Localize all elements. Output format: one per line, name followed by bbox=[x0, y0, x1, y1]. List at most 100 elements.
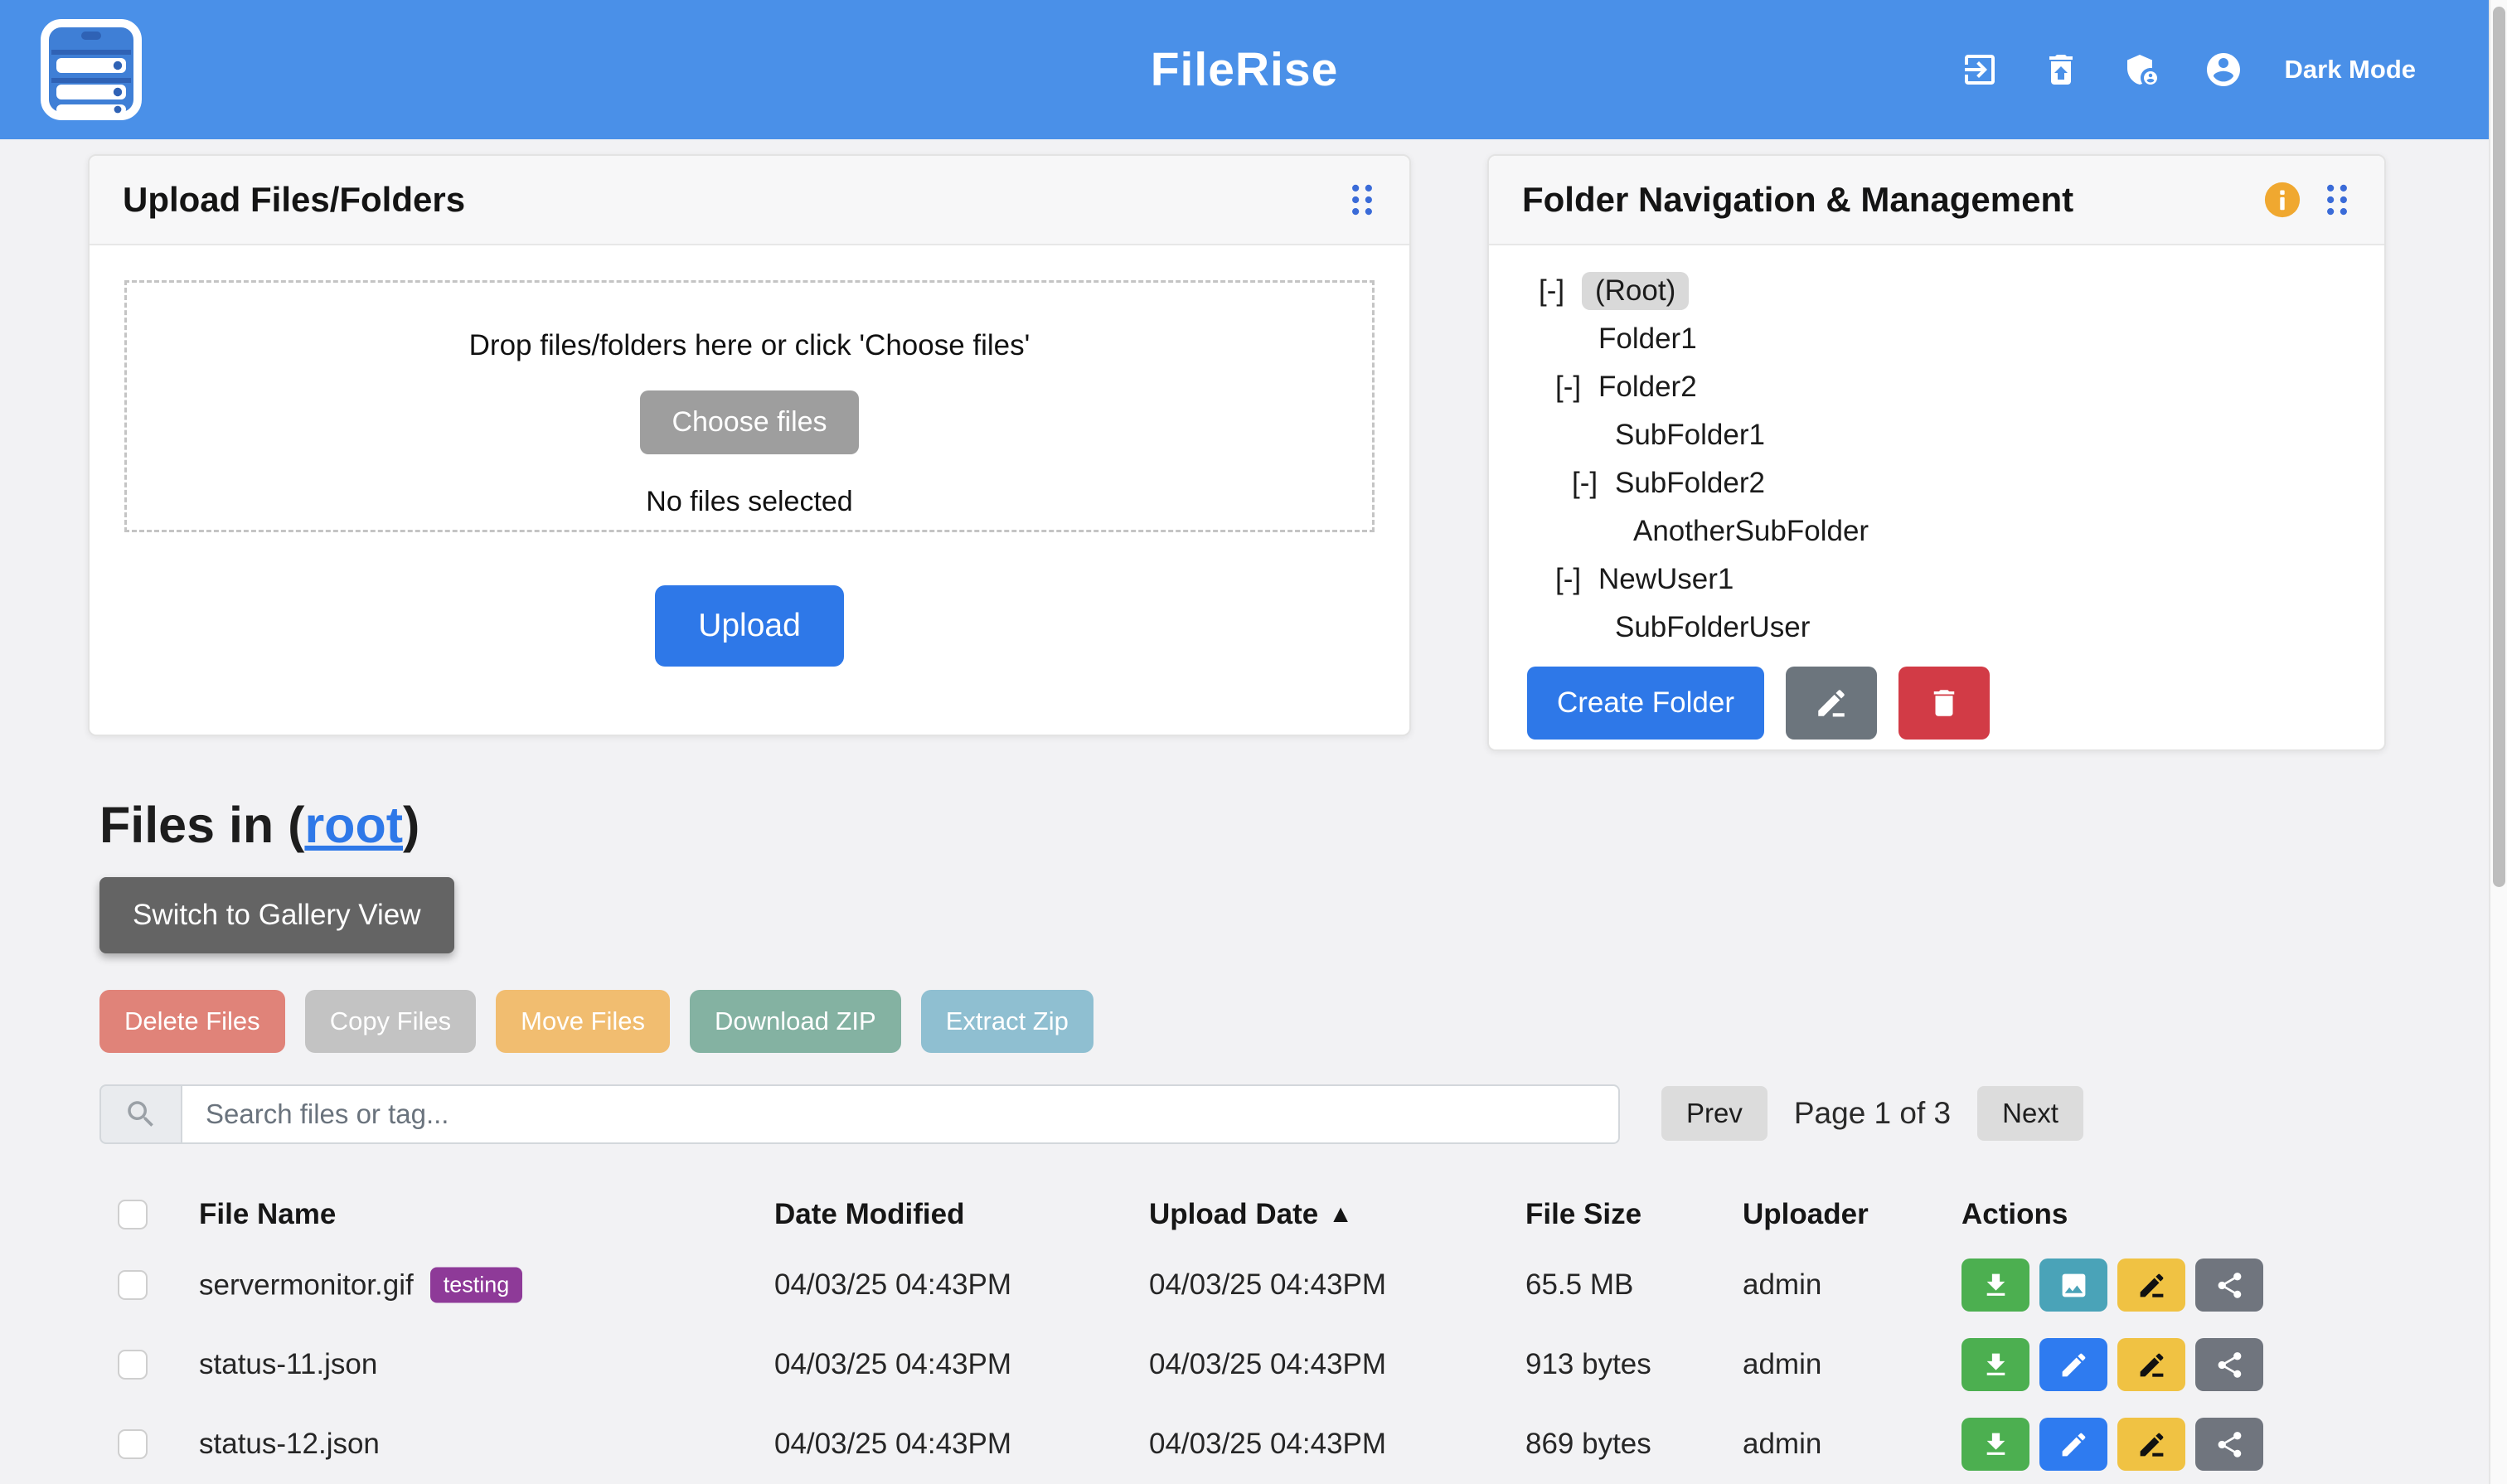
tree-item-newuser1[interactable]: [-]NewUser1 bbox=[1527, 555, 2384, 604]
select-all-checkbox[interactable] bbox=[118, 1200, 148, 1229]
rename-file-button[interactable] bbox=[2117, 1418, 2185, 1471]
column-date-modified[interactable]: Date Modified bbox=[774, 1198, 964, 1231]
upload-button[interactable]: Upload bbox=[655, 585, 844, 667]
file-name[interactable]: status-12.json bbox=[199, 1428, 380, 1461]
uploader: admin bbox=[1743, 1268, 1821, 1302]
page-indicator: Page 1 of 3 bbox=[1794, 1096, 1951, 1131]
admin-shield-icon[interactable] bbox=[2122, 50, 2162, 90]
download-button[interactable] bbox=[1961, 1338, 2029, 1391]
search-icon bbox=[99, 1084, 181, 1144]
tree-item-folder2[interactable]: [-]Folder2 bbox=[1527, 363, 2384, 411]
rename-folder-button[interactable] bbox=[1786, 667, 1877, 740]
tree-label[interactable]: SubFolder2 bbox=[1615, 467, 1765, 500]
column-file-size[interactable]: File Size bbox=[1525, 1198, 1641, 1231]
share-icon bbox=[2214, 1270, 2245, 1301]
choose-files-button[interactable]: Choose files bbox=[640, 390, 858, 454]
rename-file-button[interactable] bbox=[2117, 1338, 2185, 1391]
logout-icon[interactable] bbox=[1960, 50, 2000, 90]
date-modified: 04/03/25 04:43PM bbox=[774, 1348, 1011, 1381]
upload-card-header: Upload Files/Folders bbox=[90, 156, 1409, 245]
next-page-button[interactable]: Next bbox=[1977, 1086, 2083, 1141]
rename-icon bbox=[2136, 1270, 2167, 1301]
tree-item-subfolder1[interactable]: SubFolder1 bbox=[1527, 411, 2384, 459]
tree-label[interactable]: AnotherSubFolder bbox=[1633, 515, 1869, 548]
tree-toggle[interactable]: [-] bbox=[1572, 467, 1615, 500]
restore-trash-icon[interactable] bbox=[2041, 50, 2081, 90]
tree-label-selected[interactable]: (Root) bbox=[1582, 272, 1689, 310]
extract-zip-button[interactable]: Extract Zip bbox=[921, 990, 1093, 1053]
upload-dropzone[interactable]: Drop files/folders here or click 'Choose… bbox=[124, 280, 1375, 532]
table-header-row: File Name Date Modified Upload Date▲ Fil… bbox=[0, 1184, 2489, 1245]
row-checkbox[interactable] bbox=[118, 1350, 148, 1380]
column-uploader[interactable]: Uploader bbox=[1743, 1198, 1869, 1231]
bulk-actions-row: Delete Files Copy Files Move Files Downl… bbox=[99, 990, 1093, 1053]
share-file-button[interactable] bbox=[2195, 1258, 2263, 1312]
upload-date: 04/03/25 04:43PM bbox=[1149, 1268, 1386, 1302]
root-folder-link[interactable]: root bbox=[304, 797, 403, 853]
scrollbar-thumb[interactable] bbox=[2493, 7, 2505, 887]
upload-card: Upload Files/Folders Drop files/folders … bbox=[88, 154, 1411, 736]
trash-icon bbox=[1927, 686, 1961, 720]
tree-toggle[interactable]: [-] bbox=[1555, 371, 1598, 404]
sort-ascending-icon: ▲ bbox=[1328, 1200, 1353, 1229]
account-circle-icon[interactable] bbox=[2204, 50, 2243, 90]
scrollbar-track[interactable] bbox=[2489, 0, 2507, 1484]
download-button[interactable] bbox=[1961, 1418, 2029, 1471]
download-button[interactable] bbox=[1961, 1258, 2029, 1312]
tree-label[interactable]: SubFolder1 bbox=[1615, 419, 1765, 452]
column-upload-date[interactable]: Upload Date▲ bbox=[1149, 1198, 1353, 1231]
row-checkbox[interactable] bbox=[118, 1429, 148, 1459]
rename-file-button[interactable] bbox=[2117, 1258, 2185, 1312]
tree-label[interactable]: Folder1 bbox=[1598, 323, 1697, 356]
file-size: 65.5 MB bbox=[1525, 1268, 1633, 1302]
share-file-button[interactable] bbox=[2195, 1338, 2263, 1391]
tree-label[interactable]: SubFolderUser bbox=[1615, 611, 1810, 644]
delete-files-button[interactable]: Delete Files bbox=[99, 990, 285, 1053]
folder-card-header: Folder Navigation & Management bbox=[1489, 156, 2384, 245]
table-row: status-11.json 04/03/25 04:43PM 04/03/25… bbox=[0, 1325, 2489, 1404]
column-file-name[interactable]: File Name bbox=[199, 1198, 336, 1231]
edit-file-button[interactable] bbox=[2039, 1418, 2107, 1471]
download-icon bbox=[1981, 1350, 2011, 1380]
delete-folder-button[interactable] bbox=[1898, 667, 1990, 740]
file-tag-badge: testing bbox=[430, 1268, 523, 1303]
dark-mode-toggle[interactable]: Dark Mode bbox=[2285, 55, 2416, 85]
tree-item-anothersubfolder[interactable]: AnotherSubFolder bbox=[1527, 507, 2384, 555]
tree-toggle[interactable]: [-] bbox=[1539, 274, 1582, 308]
date-modified: 04/03/25 04:43PM bbox=[774, 1268, 1011, 1302]
tree-toggle[interactable]: [-] bbox=[1555, 563, 1598, 596]
tree-item-folder1[interactable]: Folder1 bbox=[1527, 315, 2384, 363]
search-input[interactable] bbox=[181, 1084, 1620, 1144]
tree-item-root[interactable]: [-](Root) bbox=[1527, 267, 2384, 315]
copy-files-button[interactable]: Copy Files bbox=[305, 990, 476, 1053]
move-files-button[interactable]: Move Files bbox=[496, 990, 670, 1053]
files-heading-suffix: ) bbox=[403, 797, 419, 853]
info-icon[interactable] bbox=[2263, 181, 2301, 219]
file-size: 869 bytes bbox=[1525, 1428, 1651, 1461]
row-checkbox[interactable] bbox=[118, 1270, 148, 1300]
drag-handle-icon[interactable] bbox=[1348, 182, 1376, 218]
edit-file-button[interactable] bbox=[2039, 1338, 2107, 1391]
create-folder-button[interactable]: Create Folder bbox=[1527, 667, 1764, 740]
share-icon bbox=[2214, 1350, 2245, 1380]
tree-label[interactable]: NewUser1 bbox=[1598, 563, 1734, 596]
upload-date: 04/03/25 04:43PM bbox=[1149, 1348, 1386, 1381]
edit-icon bbox=[2058, 1350, 2089, 1380]
switch-gallery-view-button[interactable]: Switch to Gallery View bbox=[99, 877, 454, 953]
preview-image-button[interactable] bbox=[2039, 1258, 2107, 1312]
tree-item-subfolder2[interactable]: [-]SubFolder2 bbox=[1527, 459, 2384, 507]
file-name[interactable]: servermonitor.gif bbox=[199, 1268, 414, 1302]
table-row: status-12.json 04/03/25 04:43PM 04/03/25… bbox=[0, 1404, 2489, 1484]
file-table: File Name Date Modified Upload Date▲ Fil… bbox=[0, 1184, 2489, 1484]
file-name[interactable]: status-11.json bbox=[199, 1348, 377, 1381]
drag-handle-icon[interactable] bbox=[2323, 182, 2351, 218]
tree-item-subfolderuser[interactable]: SubFolderUser bbox=[1527, 604, 2384, 652]
uploader: admin bbox=[1743, 1428, 1821, 1461]
prev-page-button[interactable]: Prev bbox=[1661, 1086, 1768, 1141]
edit-icon bbox=[2058, 1429, 2089, 1460]
download-zip-button[interactable]: Download ZIP bbox=[690, 990, 901, 1053]
pencil-icon bbox=[1814, 686, 1849, 720]
rename-icon bbox=[2136, 1429, 2167, 1460]
tree-label[interactable]: Folder2 bbox=[1598, 371, 1697, 404]
share-file-button[interactable] bbox=[2195, 1418, 2263, 1471]
